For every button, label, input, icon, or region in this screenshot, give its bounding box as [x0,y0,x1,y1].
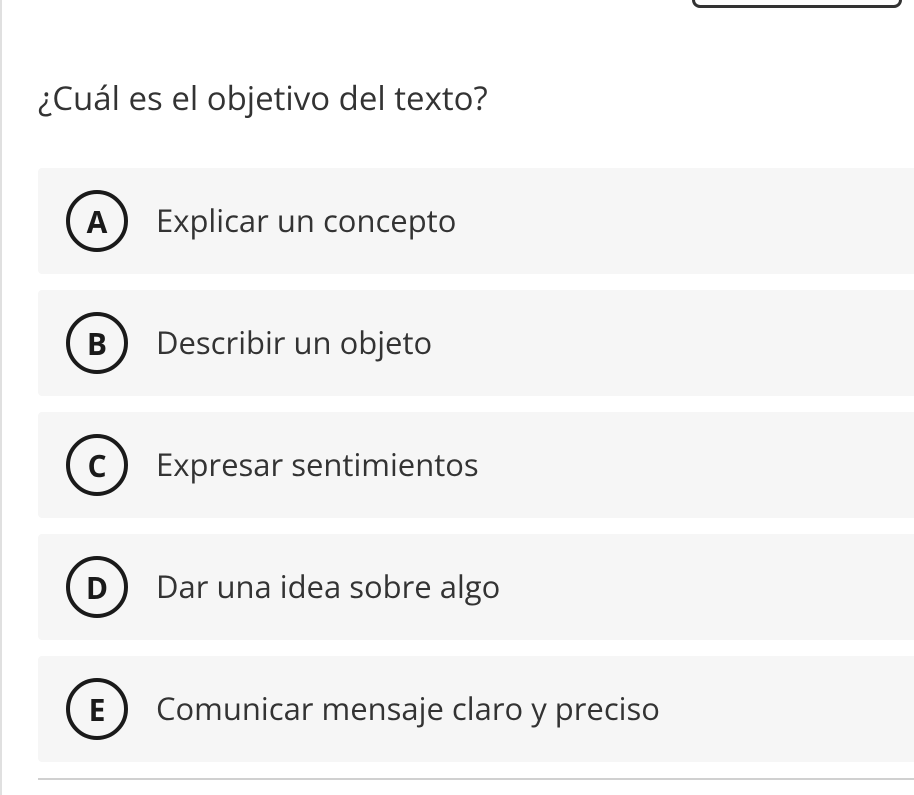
option-text-a: Explicar un concepto [156,200,456,242]
option-text-e: Comunicar mensaje claro y preciso [156,688,660,730]
option-letter-e: E [66,678,128,740]
option-letter-b: B [66,312,128,374]
question-text: ¿Cuál es el objetivo del texto? [38,75,914,120]
option-c[interactable]: C Expresar sentimientos [38,412,914,518]
option-e[interactable]: E Comunicar mensaje claro y preciso [38,656,914,762]
top-button-fragment [692,0,902,8]
option-text-c: Expresar sentimientos [156,444,479,486]
option-b[interactable]: B Describir un objeto [38,290,914,396]
option-d[interactable]: D Dar una idea sobre algo [38,534,914,640]
option-text-d: Dar una idea sobre algo [156,566,500,608]
question-content: ¿Cuál es el objetivo del texto? A Explic… [2,0,914,762]
option-letter-a: A [66,190,128,252]
option-letter-c: C [66,434,128,496]
option-a[interactable]: A Explicar un concepto [38,168,914,274]
bottom-divider [38,778,914,780]
option-letter-d: D [66,556,128,618]
options-list: A Explicar un concepto B Describir un ob… [38,168,914,762]
option-text-b: Describir un objeto [156,322,432,364]
